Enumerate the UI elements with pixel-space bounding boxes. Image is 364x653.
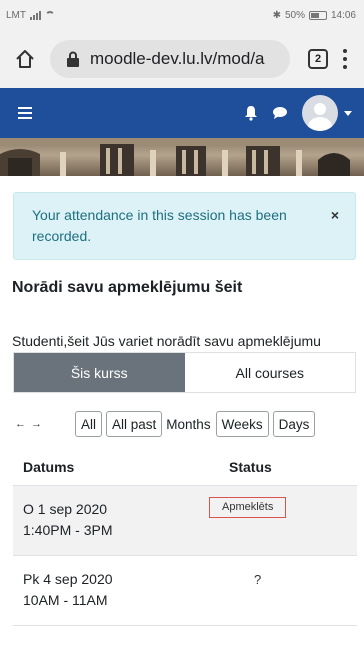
url-text: moodle-dev.lu.lv/mod/a	[90, 49, 265, 68]
session-date: O 1 sep 2020	[23, 501, 108, 517]
session-status-cell: Apmeklēts	[209, 486, 357, 555]
chevron-down-icon	[344, 110, 352, 116]
close-icon[interactable]: ×	[331, 205, 339, 226]
home-icon[interactable]	[14, 48, 36, 70]
bluetooth-icon: ✱	[272, 9, 281, 21]
table-row: O 1 sep 2020 1:40PM - 3PM Apmeklēts	[13, 486, 357, 556]
carrier-label: LMT	[6, 9, 26, 21]
session-date-cell: O 1 sep 2020 1:40PM - 3PM	[13, 486, 209, 555]
filter-all-past-button[interactable]: All past	[106, 411, 163, 437]
navbar-actions	[244, 95, 352, 131]
column-header-status: Status	[229, 458, 272, 475]
status-bar-left: LMT	[6, 10, 55, 21]
status-badge: Apmeklēts	[209, 497, 287, 518]
browser-toolbar: moodle-dev.lu.lv/mod/a 2	[0, 30, 364, 88]
course-header-image	[0, 138, 364, 176]
battery-icon	[308, 10, 327, 20]
session-date: Pk 4 sep 2020	[23, 571, 113, 587]
session-date-cell: Pk 4 sep 2020 10AM - 11AM	[13, 556, 209, 625]
attendance-recorded-alert: Your attendance in this session has been…	[13, 192, 356, 260]
alert-message: Your attendance in this session has been…	[32, 207, 287, 244]
status-unknown: ?	[254, 572, 262, 587]
user-menu[interactable]	[302, 95, 352, 131]
filter-all-button[interactable]: All	[75, 411, 103, 437]
wifi-icon	[45, 11, 55, 19]
battery-percent: 50%	[284, 9, 305, 21]
signal-icon	[30, 10, 41, 20]
lock-icon	[67, 51, 79, 67]
prev-next-arrows[interactable]: ← →	[15, 418, 75, 430]
page-description: Studenti,šeit Jūs variet norādīt savu ap…	[12, 333, 321, 349]
filter-days-button[interactable]: Days	[272, 411, 316, 437]
tab-this-course[interactable]: Šis kurss	[14, 353, 185, 392]
tab-switcher-button[interactable]: 2	[308, 49, 328, 69]
table-header: Datums Status	[13, 448, 357, 486]
browser-menu-icon[interactable]	[342, 49, 348, 69]
clock: 14:06	[330, 9, 356, 21]
period-filter-bar: ← → All All past Months Weeks Days	[13, 410, 357, 438]
hamburger-menu-icon[interactable]	[18, 107, 32, 119]
tab-all-courses[interactable]: All courses	[184, 353, 355, 392]
chat-icon[interactable]	[272, 106, 288, 120]
address-bar[interactable]: moodle-dev.lu.lv/mod/a	[50, 40, 290, 78]
session-status-cell: ?	[209, 556, 357, 625]
status-bar: LMT ✱ 50% 14:06	[0, 0, 364, 30]
filter-months-current[interactable]: Months	[166, 417, 210, 432]
filter-weeks-button[interactable]: Weeks	[215, 411, 269, 437]
avatar[interactable]	[302, 95, 338, 131]
page-title: Norādi savu apmeklējumu šeit	[12, 279, 243, 296]
course-scope-tabs: Šis kurss All courses	[13, 352, 356, 393]
session-time: 10AM - 11AM	[23, 592, 108, 608]
column-header-date: Datums	[23, 458, 75, 475]
moodle-navbar	[0, 88, 364, 138]
session-time: 1:40PM - 3PM	[23, 522, 113, 538]
sessions-table: Datums Status O 1 sep 2020 1:40PM - 3PM …	[13, 448, 357, 626]
bell-icon[interactable]	[244, 105, 258, 121]
table-row: Pk 4 sep 2020 10AM - 11AM ?	[13, 556, 357, 626]
status-bar-right: ✱ 50% 14:06	[273, 10, 356, 21]
